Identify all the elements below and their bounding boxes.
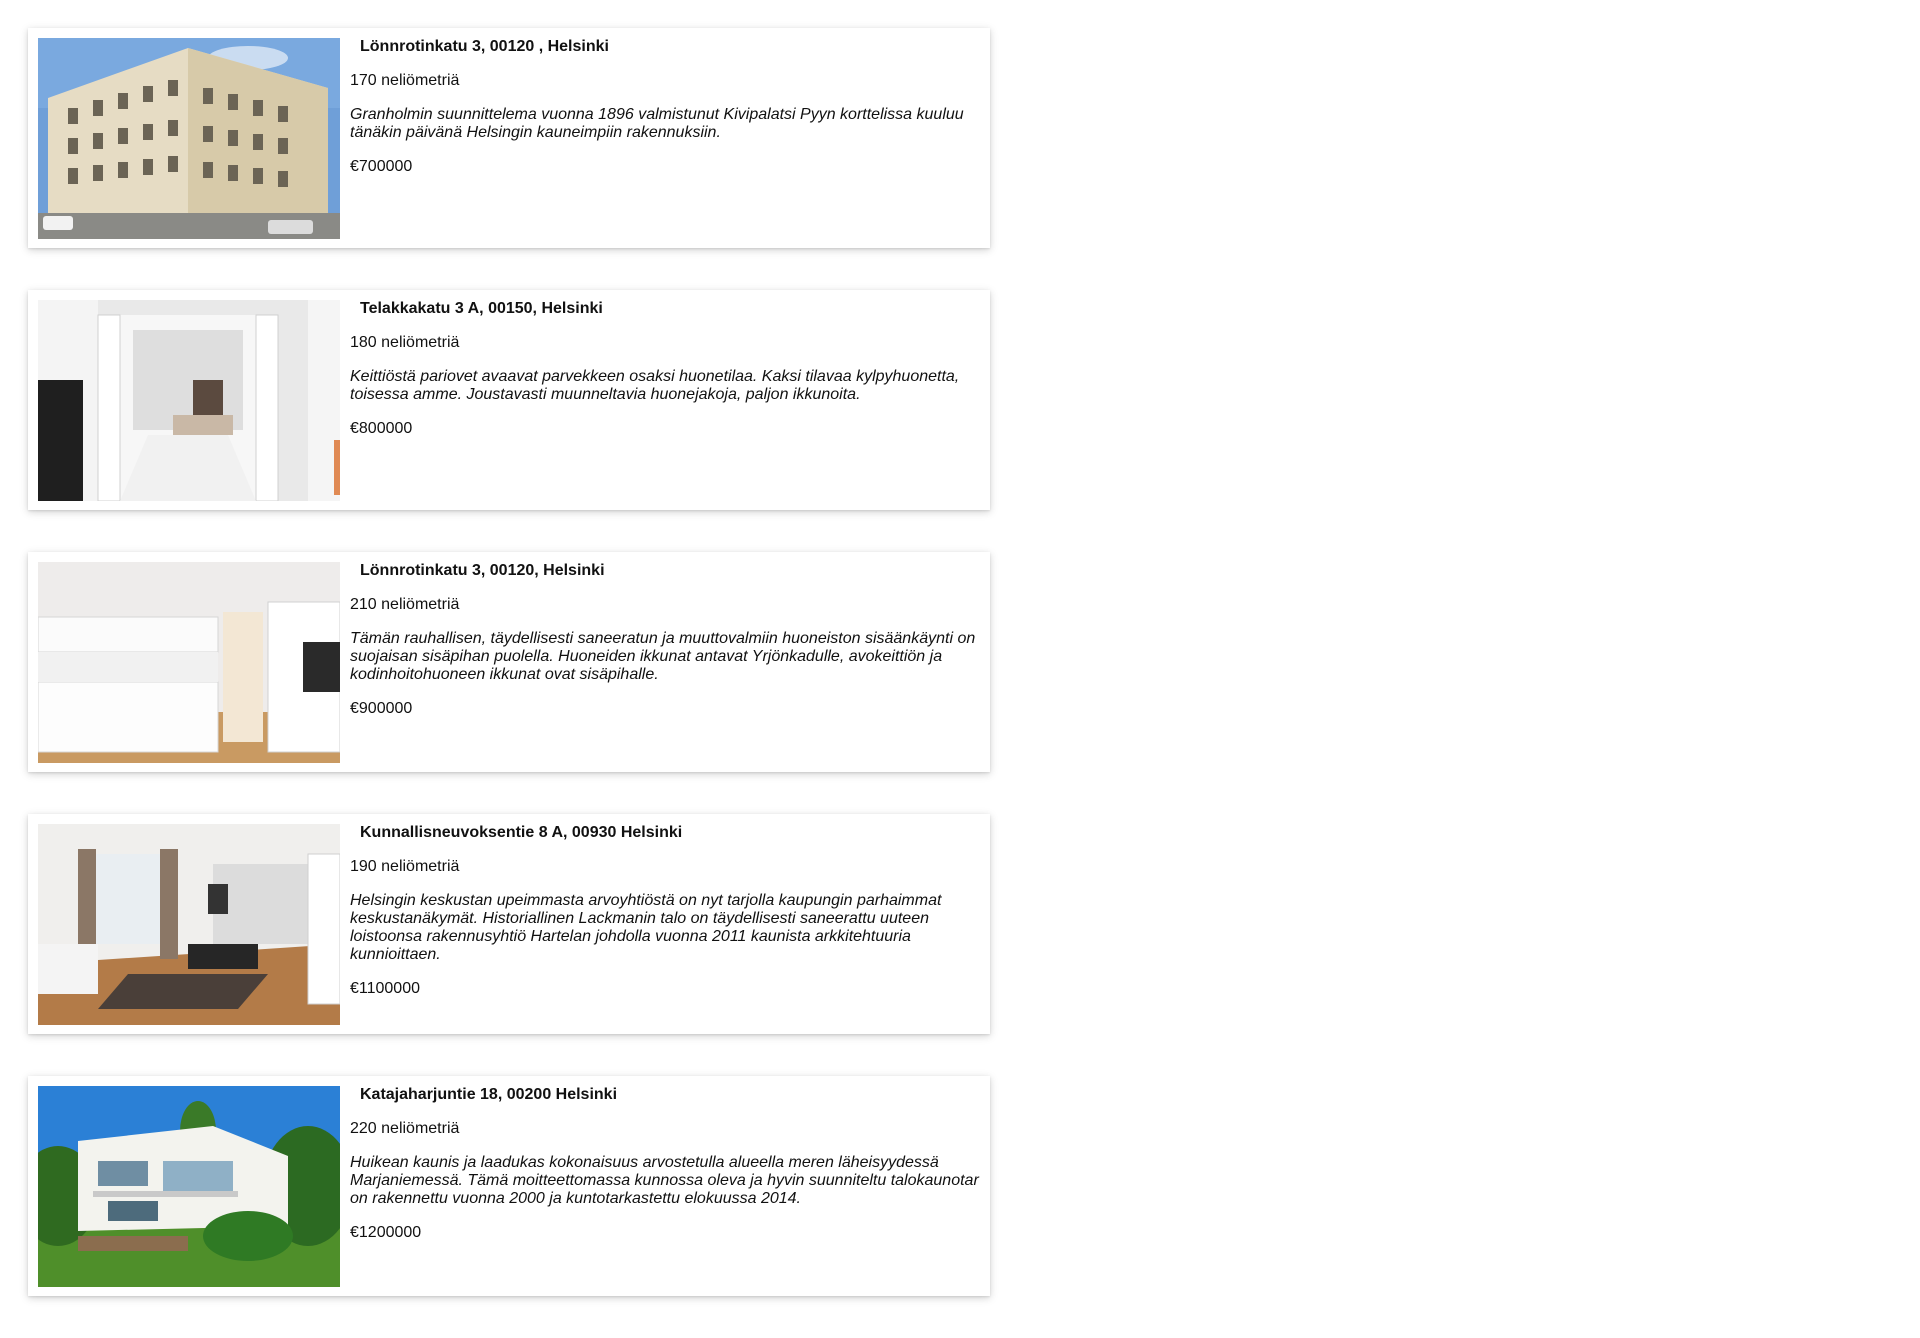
listing-price: €700000: [350, 158, 413, 175]
listing-price: €1200000: [350, 1224, 422, 1241]
listing-address[interactable]: Lönnrotinkatu 3, 00120, Helsinki: [360, 562, 980, 580]
listing-price: €800000: [350, 420, 413, 437]
listing-description: Granholmin suunnittelema vuonna 1896 val…: [350, 106, 964, 141]
listing-price: €1100000: [350, 980, 420, 997]
listing-card[interactable]: Katajaharjuntie 18, 00200 Helsinki 220 n…: [28, 1076, 990, 1296]
listing-address[interactable]: Kunnallisneuvoksentie 8 A, 00930 Helsink…: [360, 824, 980, 842]
listing-card[interactable]: Lönnrotinkatu 3, 00120 , Helsinki 170 ne…: [28, 28, 990, 248]
listing-description: Helsingin keskustan upeimmasta arvoyhtiö…: [350, 892, 942, 963]
listing-size: 210 neliömetriä: [350, 596, 460, 613]
listing-size: 220 neliömetriä: [350, 1120, 460, 1137]
listing-card[interactable]: Telakkakatu 3 A, 00150, Helsinki 180 nel…: [28, 290, 990, 510]
listing-card[interactable]: Lönnrotinkatu 3, 00120, Helsinki 210 nel…: [28, 552, 990, 772]
listing-address[interactable]: Lönnrotinkatu 3, 00120 , Helsinki: [360, 38, 980, 56]
listing-size: 190 neliömetriä: [350, 858, 460, 875]
listing-info: Lönnrotinkatu 3, 00120, Helsinki 210 nel…: [340, 562, 980, 762]
listing-address[interactable]: Telakkakatu 3 A, 00150, Helsinki: [360, 300, 980, 318]
listing-info: Kunnallisneuvoksentie 8 A, 00930 Helsink…: [340, 824, 980, 1024]
listing-size: 180 neliömetriä: [350, 334, 460, 351]
bedroom-interior-photo[interactable]: [38, 300, 340, 501]
listing-description: Huikean kaunis ja laadukas kokonaisuus a…: [350, 1154, 979, 1207]
building-exterior-photo[interactable]: [38, 38, 340, 239]
kitchen-interior-photo[interactable]: [38, 562, 340, 763]
listing-description: Keittiöstä pariovet avaavat parvekkeen o…: [350, 368, 960, 403]
listing-info: Katajaharjuntie 18, 00200 Helsinki 220 n…: [340, 1086, 980, 1286]
listing-card[interactable]: Kunnallisneuvoksentie 8 A, 00930 Helsink…: [28, 814, 990, 1034]
listing-address[interactable]: Katajaharjuntie 18, 00200 Helsinki: [360, 1086, 980, 1104]
listing-price: €900000: [350, 700, 413, 717]
listing-list: Lönnrotinkatu 3, 00120 , Helsinki 170 ne…: [28, 28, 990, 1338]
listing-info: Telakkakatu 3 A, 00150, Helsinki 180 nel…: [340, 300, 980, 500]
living-room-interior-photo[interactable]: [38, 824, 340, 1025]
listing-size: 170 neliömetriä: [350, 72, 460, 89]
listing-description: Tämän rauhallisen, täydellisesti saneera…: [350, 630, 976, 683]
house-exterior-photo[interactable]: [38, 1086, 340, 1287]
listing-info: Lönnrotinkatu 3, 00120 , Helsinki 170 ne…: [340, 38, 980, 238]
